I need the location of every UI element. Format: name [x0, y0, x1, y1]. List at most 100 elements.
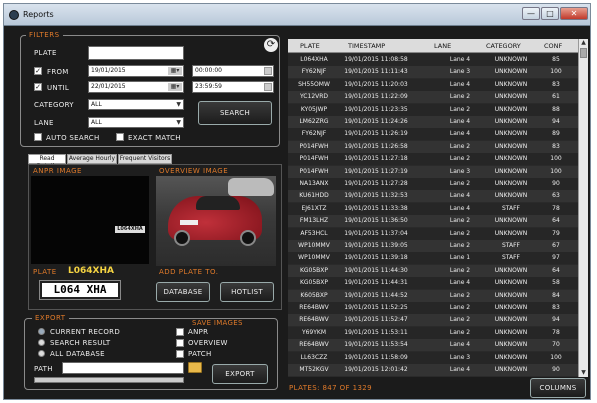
- table-row[interactable]: SH55OMW 19/01/2015 11:20:03 Lane 4 UNKNOWN 8…: [288, 78, 578, 91]
- tab-frequent-visitors[interactable]: Frequent Visitors: [118, 154, 172, 164]
- column-header-category[interactable]: CATEGORY: [486, 42, 521, 50]
- cell-conf: 94: [552, 118, 560, 125]
- scroll-thumb[interactable]: [580, 48, 587, 58]
- table-row[interactable]: RE64BWV 19/01/2015 11:52:25 Lane 2 UNKNOWN 8…: [288, 302, 578, 314]
- hotlist-button[interactable]: HOTLIST: [220, 282, 274, 302]
- scroll-up-icon[interactable]: ▲: [579, 39, 588, 47]
- exact-match-checkbox[interactable]: [116, 133, 124, 141]
- table-row[interactable]: KG05BXP 19/01/2015 11:44:30 Lane 2 UNKNOWN 6…: [288, 264, 578, 277]
- table-row[interactable]: LL63CZZ 19/01/2015 11:58:09 Lane 3 UNKNOWN 1…: [288, 351, 578, 364]
- cell-category: UNKNOWN: [494, 304, 528, 311]
- cell-category: UNKNOWN: [494, 291, 528, 299]
- table-row[interactable]: YC12VRD 19/01/2015 11:22:09 Lane 2 UNKNOWN 6…: [288, 91, 578, 104]
- tab-read-details[interactable]: Read Details: [28, 154, 66, 170]
- table-row[interactable]: P014FWH 19/01/2015 11:27:18 Lane 2 UNKNOWN 1…: [288, 153, 578, 166]
- column-header-timestamp[interactable]: TIMESTAMP: [348, 42, 385, 50]
- auto-search-checkbox[interactable]: [34, 133, 42, 141]
- cell-category: UNKNOWN: [494, 192, 528, 200]
- lane-select[interactable]: ALL ▼: [88, 117, 184, 128]
- table-row[interactable]: LM62ZRG 19/01/2015 11:24:26 Lane 4 UNKNOWN 9…: [288, 116, 578, 128]
- radio-all-database[interactable]: [38, 350, 45, 357]
- until-time-input[interactable]: 23:59:59: [192, 81, 274, 93]
- patch-checkbox[interactable]: [176, 350, 184, 358]
- minimize-button[interactable]: —: [522, 7, 540, 20]
- table-scrollbar[interactable]: ▲ ▼: [578, 39, 588, 377]
- cell-timestamp: 19/01/2015 11:27:28: [344, 180, 408, 187]
- from-date-input[interactable]: 19/01/2015 ▦▾: [88, 65, 184, 77]
- title-bar[interactable]: Reports — □ ✕: [4, 4, 590, 26]
- table-row[interactable]: K605BXP 19/01/2015 11:44:52 Lane 2 UNKNOWN 8…: [288, 289, 578, 302]
- from-label: FROM: [47, 68, 69, 76]
- cell-lane: Lane 2: [449, 229, 471, 237]
- table-row[interactable]: KY05JWP 19/01/2015 11:23:35 Lane 2 UNKNOWN 8…: [288, 103, 578, 116]
- table-row[interactable]: EJ61XTZ 19/01/2015 11:33:38 Lane 4 STAFF 78: [288, 202, 578, 215]
- cell-plate: WP10MMV: [298, 254, 330, 262]
- until-date-value: 22/01/2015: [91, 83, 126, 90]
- path-input[interactable]: [62, 362, 184, 374]
- cell-timestamp: 19/01/2015 11:44:52: [344, 291, 408, 299]
- cell-category: UNKNOWN: [494, 279, 528, 287]
- table-row[interactable]: FM13LHZ 19/01/2015 11:36:50 Lane 2 UNKNOWN 6…: [288, 215, 578, 228]
- table-row[interactable]: RE64BWV 19/01/2015 11:52:47 Lane 2 UNKNOWN 9…: [288, 314, 578, 327]
- anpr-checkbox[interactable]: [176, 328, 184, 336]
- table-row[interactable]: WP10MMV 19/01/2015 11:39:05 Lane 2 STAFF 67: [288, 240, 578, 252]
- cell-timestamp: 19/01/2015 11:36:50: [344, 217, 408, 225]
- calendar-icon[interactable]: ▦▾: [168, 67, 182, 75]
- from-time-input[interactable]: 00:00:00: [192, 65, 274, 77]
- tab-average-hourly[interactable]: Average Hourly: [67, 154, 117, 164]
- category-select[interactable]: ALL ▼: [88, 99, 184, 110]
- table-row[interactable]: MT52KGV 19/01/2015 12:01:42 Lane 4 UNKNOWN 9…: [288, 364, 578, 376]
- table-row[interactable]: P014FWH 19/01/2015 11:26:58 Lane 2 UNKNOWN 8…: [288, 140, 578, 153]
- spinner-icon[interactable]: [264, 67, 272, 75]
- columns-button[interactable]: COLUMNS: [530, 378, 586, 398]
- cell-category: UNKNOWN: [494, 142, 528, 150]
- cell-lane: Lane 3: [449, 353, 471, 361]
- cell-category: UNKNOWN: [494, 105, 528, 113]
- results-table[interactable]: PLATE TIMESTAMP LANE CATEGORY CONF L064X…: [288, 39, 578, 377]
- cell-plate: RE64BWV: [299, 316, 329, 324]
- radio-search-result[interactable]: [38, 339, 45, 346]
- anpr-image: L064XHA: [31, 176, 149, 264]
- table-row[interactable]: WP10MMV 19/01/2015 11:39:18 Lane 1 STAFF 97: [288, 252, 578, 265]
- plate-input[interactable]: [88, 46, 184, 60]
- table-row[interactable]: P014FWH 19/01/2015 11:27:19 Lane 3 UNKNOWN 1…: [288, 165, 578, 178]
- cell-lane: Lane 4: [449, 279, 471, 287]
- folder-icon[interactable]: [188, 362, 202, 373]
- cell-timestamp: 19/01/2015 11:20:03: [344, 80, 408, 88]
- overview-checkbox[interactable]: [176, 339, 184, 347]
- column-header-conf[interactable]: CONF: [544, 42, 562, 50]
- database-button[interactable]: DATABASE: [156, 282, 210, 302]
- cell-plate: EJ61XTZ: [301, 204, 327, 212]
- table-row[interactable]: NA13ANX 19/01/2015 11:27:28 Lane 2 UNKNOWN 9…: [288, 178, 578, 190]
- refresh-icon[interactable]: ⟳: [264, 38, 278, 52]
- close-button[interactable]: ✕: [560, 7, 588, 20]
- spinner-icon[interactable]: [264, 83, 272, 91]
- radio-current-record[interactable]: [38, 328, 45, 335]
- cell-plate: Y69YKM: [301, 328, 327, 336]
- table-row[interactable]: KU61HDD 19/01/2015 11:32:53 Lane 4 UNKNOWN 6…: [288, 190, 578, 203]
- cell-lane: Lane 4: [449, 80, 471, 88]
- scroll-down-icon[interactable]: ▼: [579, 369, 588, 377]
- table-row[interactable]: FY62NJF 19/01/2015 11:26:19 Lane 4 UNKNOWN 8…: [288, 128, 578, 141]
- column-header-lane[interactable]: LANE: [434, 42, 451, 50]
- search-button[interactable]: SEARCH: [198, 101, 272, 125]
- cell-conf: 64: [552, 266, 560, 274]
- table-row[interactable]: Y69YKM 19/01/2015 11:53:11 Lane 2 UNKNOWN 78: [288, 326, 578, 339]
- auto-search-label: AUTO SEARCH: [46, 134, 100, 142]
- cell-plate: RE64BWV: [299, 304, 329, 311]
- table-row[interactable]: AF53HCL 19/01/2015 11:37:04 Lane 2 UNKNOWN 7…: [288, 227, 578, 240]
- from-checkbox[interactable]: ✓: [34, 67, 42, 75]
- calendar-icon[interactable]: ▦▾: [168, 83, 182, 91]
- until-date-input[interactable]: 22/01/2015 ▦▾: [88, 81, 184, 93]
- table-row[interactable]: RE64BWV 19/01/2015 11:53:54 Lane 4 UNKNOWN 7…: [288, 339, 578, 352]
- cell-category: UNKNOWN: [494, 130, 528, 138]
- cell-timestamp: 19/01/2015 11:37:04: [344, 229, 408, 237]
- table-row[interactable]: KG05BXP 19/01/2015 11:44:31 Lane 4 UNKNOWN 5…: [288, 277, 578, 290]
- export-button[interactable]: EXPORT: [212, 364, 268, 384]
- table-row[interactable]: FY62NJF 19/01/2015 11:11:43 Lane 3 UNKNOWN 1…: [288, 66, 578, 79]
- cell-lane: Lane 2: [449, 217, 471, 225]
- column-header-plate[interactable]: PLATE: [300, 42, 320, 50]
- until-checkbox[interactable]: ✓: [34, 83, 42, 91]
- maximize-button[interactable]: □: [541, 7, 559, 20]
- table-row[interactable]: L064XHA 19/01/2015 11:08:58 Lane 4 UNKNOWN 8…: [288, 54, 578, 66]
